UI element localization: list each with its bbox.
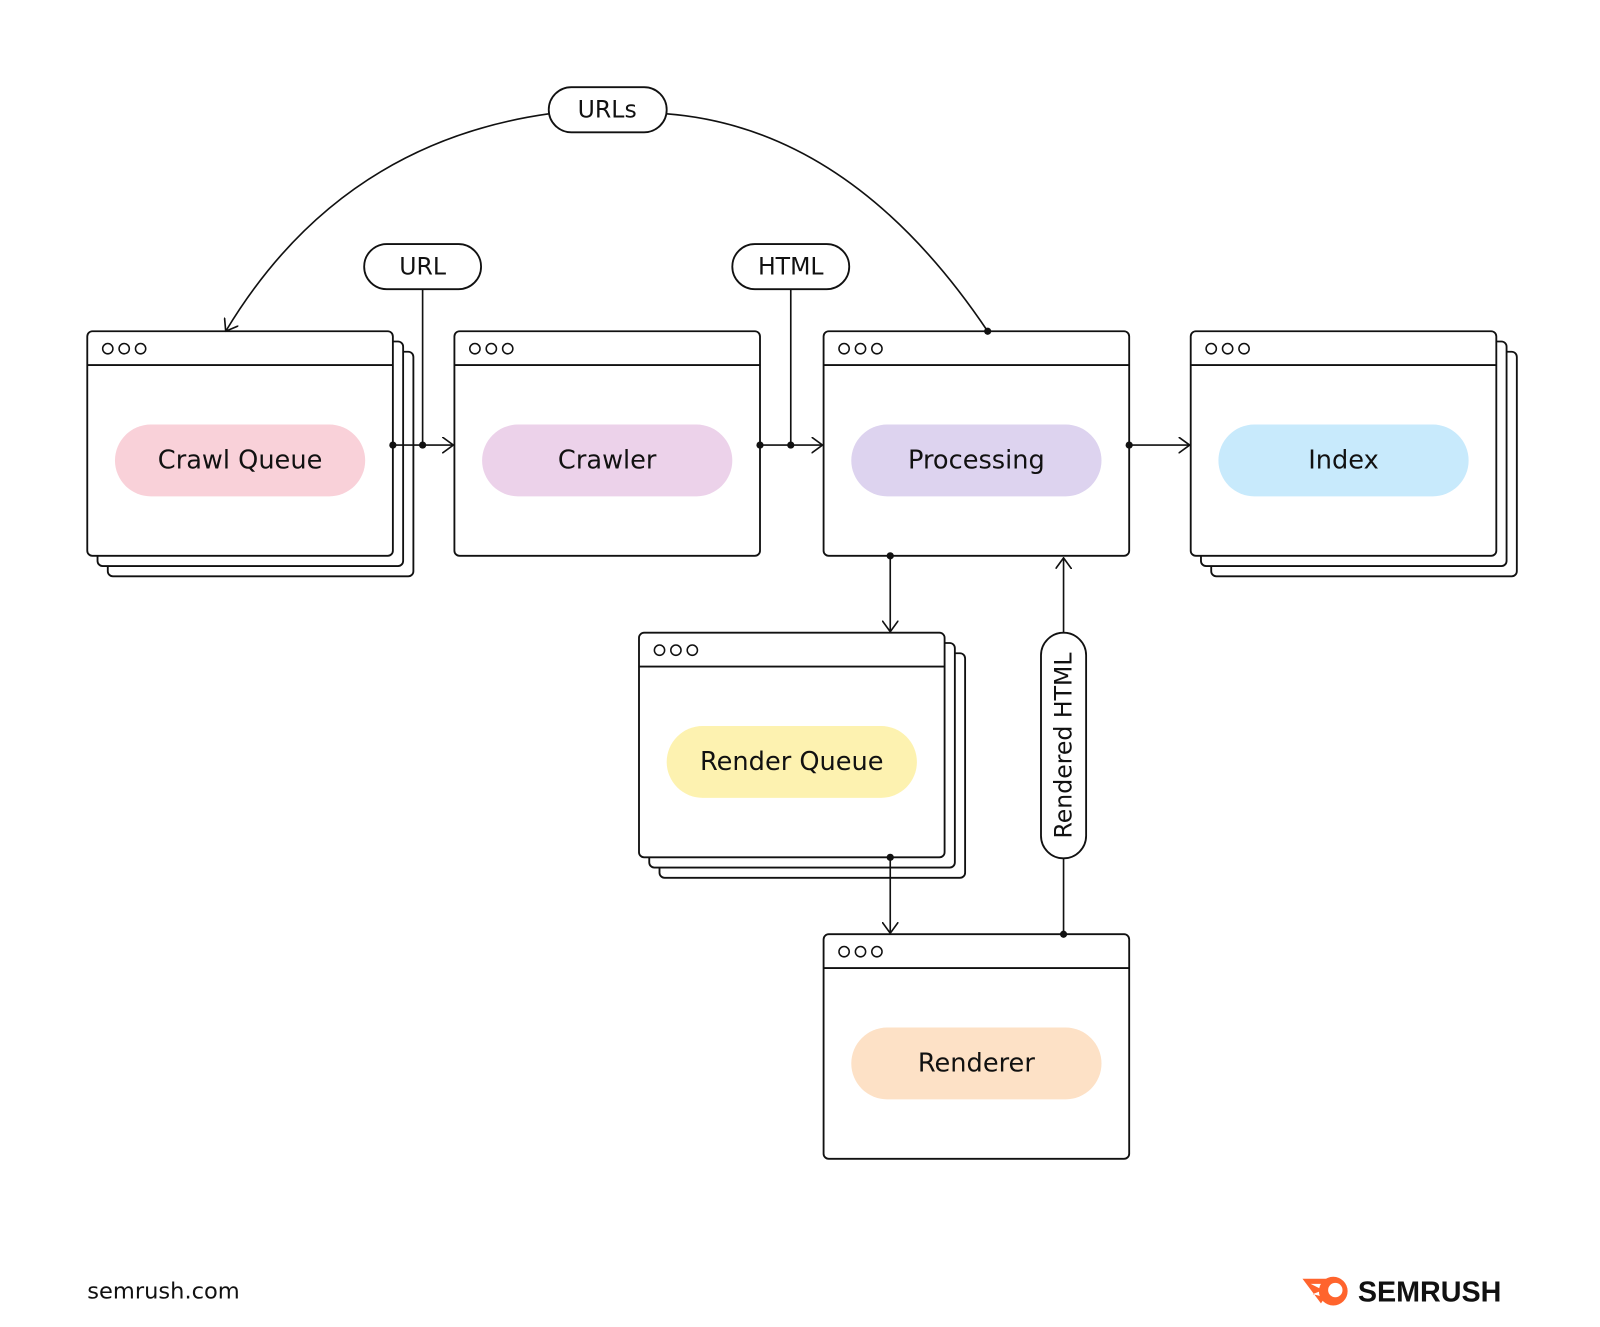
window-crawler: Crawler <box>453 330 761 557</box>
node-label: Index <box>1308 445 1379 475</box>
junction-dot <box>419 441 427 449</box>
junction-dot <box>984 327 992 335</box>
node-label: Renderer <box>918 1048 1035 1078</box>
junction-dot <box>886 853 894 861</box>
footer-site: semrush.com <box>87 1278 240 1304</box>
html-label: HTML <box>758 253 824 281</box>
junction-dot <box>756 441 764 449</box>
rendered-html-label: Rendered HTML <box>1050 652 1078 839</box>
junction-dot <box>1059 930 1068 938</box>
window-processing: Processing <box>822 330 1131 557</box>
diagram: Crawl Queue Crawler Processing Index Render … <box>86 86 1518 1308</box>
junction-dot <box>886 552 894 560</box>
node-label: Render Queue <box>700 747 884 777</box>
semrush-logo: SEMRUSH <box>1302 1276 1501 1308</box>
semrush-wordmark: SEMRUSH <box>1358 1276 1502 1308</box>
url-label: URL <box>399 253 447 281</box>
node-label: Crawl Queue <box>158 445 323 475</box>
junction-dot <box>1125 441 1133 449</box>
semrush-logo-eye <box>1328 1282 1343 1298</box>
window-renderer: Renderer <box>822 933 1131 1160</box>
urls-arc-right <box>666 113 989 332</box>
window-crawl-queue: Crawl Queue <box>86 330 415 578</box>
urls-label: URLs <box>578 96 637 124</box>
junction-dot <box>787 441 795 449</box>
window-index: Index <box>1189 330 1518 578</box>
node-label: Crawler <box>558 445 657 475</box>
node-label: Processing <box>908 445 1045 475</box>
window-render-queue: Render Queue <box>638 631 967 879</box>
junction-dot <box>389 441 397 449</box>
urls-arc-left <box>226 113 549 331</box>
